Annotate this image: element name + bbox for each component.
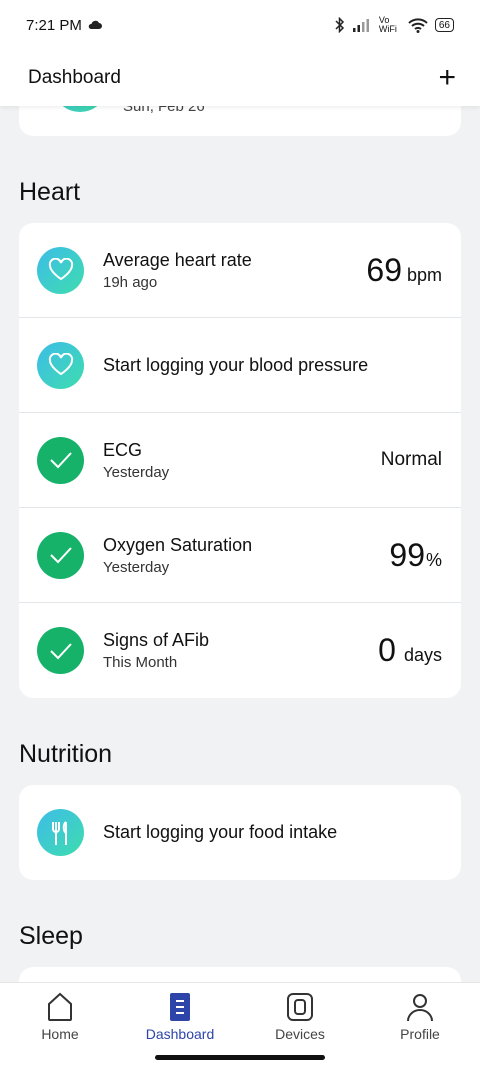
home-indicator[interactable] (155, 1055, 325, 1060)
status-time: 7:21 PM (26, 16, 82, 34)
utensils-icon (37, 809, 84, 856)
row-sub: Yesterday (103, 558, 170, 576)
nav-label: Devices (275, 1026, 325, 1042)
status-bar: 7:21 PM Vo WiFi 66 (0, 0, 480, 50)
afib-row[interactable]: Signs of AFib This Month 0 days (19, 603, 461, 698)
row-title: Start logging your food intake (103, 822, 338, 842)
signal-icon (352, 19, 369, 32)
page-title: Dashboard (28, 67, 121, 88)
ecg-row[interactable]: ECG Yesterday Normal (19, 413, 461, 508)
afib-value: 0 (378, 632, 396, 668)
battery-level: 66 (438, 19, 450, 31)
profile-icon (407, 994, 433, 1022)
check-icon (37, 436, 84, 484)
oxygen-unit: % (425, 549, 442, 570)
row-sub: 19h ago (103, 273, 158, 291)
nav-home[interactable]: Home (0, 983, 120, 1067)
heart-rate-row[interactable]: Average heart rate 19h ago 69 bpm (19, 223, 461, 318)
afib-unit: days (403, 645, 442, 665)
heart-card: Average heart rate 19h ago 69 bpm Start … (19, 223, 461, 698)
dashboard-scroll[interactable]: Sun, Feb 26 Heart Average heart rate 19h… (0, 106, 480, 982)
sleep-card[interactable] (19, 967, 461, 982)
heart-icon (37, 246, 84, 294)
check-icon (37, 531, 84, 579)
oxygen-value: 99 (389, 536, 425, 573)
row-title: Start logging your blood pressure (103, 354, 369, 375)
row-title: Average heart rate (103, 249, 252, 270)
row-title: Oxygen Saturation (103, 534, 253, 555)
section-title-heart: Heart (19, 178, 81, 206)
row-title: ECG (103, 439, 143, 460)
partial-card[interactable]: Sun, Feb 26 (19, 106, 461, 136)
row-title: Signs of AFib (103, 630, 210, 650)
battery-icon: 66 (434, 18, 454, 32)
section-title-sleep: Sleep (19, 922, 83, 950)
blood-pressure-row[interactable]: Start logging your blood pressure (19, 318, 461, 413)
app-header: Dashboard + (0, 50, 480, 106)
partial-card-icon (57, 106, 103, 112)
oxygen-row[interactable]: Oxygen Saturation Yesterday 99 % (19, 508, 461, 603)
vowifi-label: Vo WiFi (378, 15, 397, 34)
status-left: 7:21 PM (26, 17, 102, 34)
cloud-icon (88, 20, 102, 29)
partial-card-date: Sun, Feb 26 (123, 106, 205, 115)
ecg-value: Normal (380, 449, 442, 470)
nav-label: Dashboard (145, 1026, 215, 1042)
section-title-nutrition: Nutrition (19, 740, 113, 768)
status-right: Vo WiFi 66 (335, 16, 454, 34)
dashboard-icon (170, 993, 190, 1021)
add-button[interactable]: + (438, 63, 456, 93)
heart-rate-value: 69 (366, 251, 402, 288)
bluetooth-icon (335, 17, 344, 33)
nutrition-card: Start logging your food intake (19, 785, 461, 880)
row-sub: This Month (103, 654, 178, 671)
home-icon (48, 992, 72, 1021)
food-intake-row[interactable]: Start logging your food intake (19, 785, 461, 880)
wifi-icon (408, 17, 428, 33)
check-icon (37, 627, 84, 674)
heart-rate-unit: bpm (406, 264, 442, 285)
heart-icon (37, 341, 84, 389)
watch-icon (287, 993, 313, 1021)
row-sub: Yesterday (103, 463, 170, 481)
nav-label: Home (41, 1026, 79, 1042)
nav-label: Profile (400, 1026, 440, 1042)
nav-profile[interactable]: Profile (360, 983, 480, 1067)
